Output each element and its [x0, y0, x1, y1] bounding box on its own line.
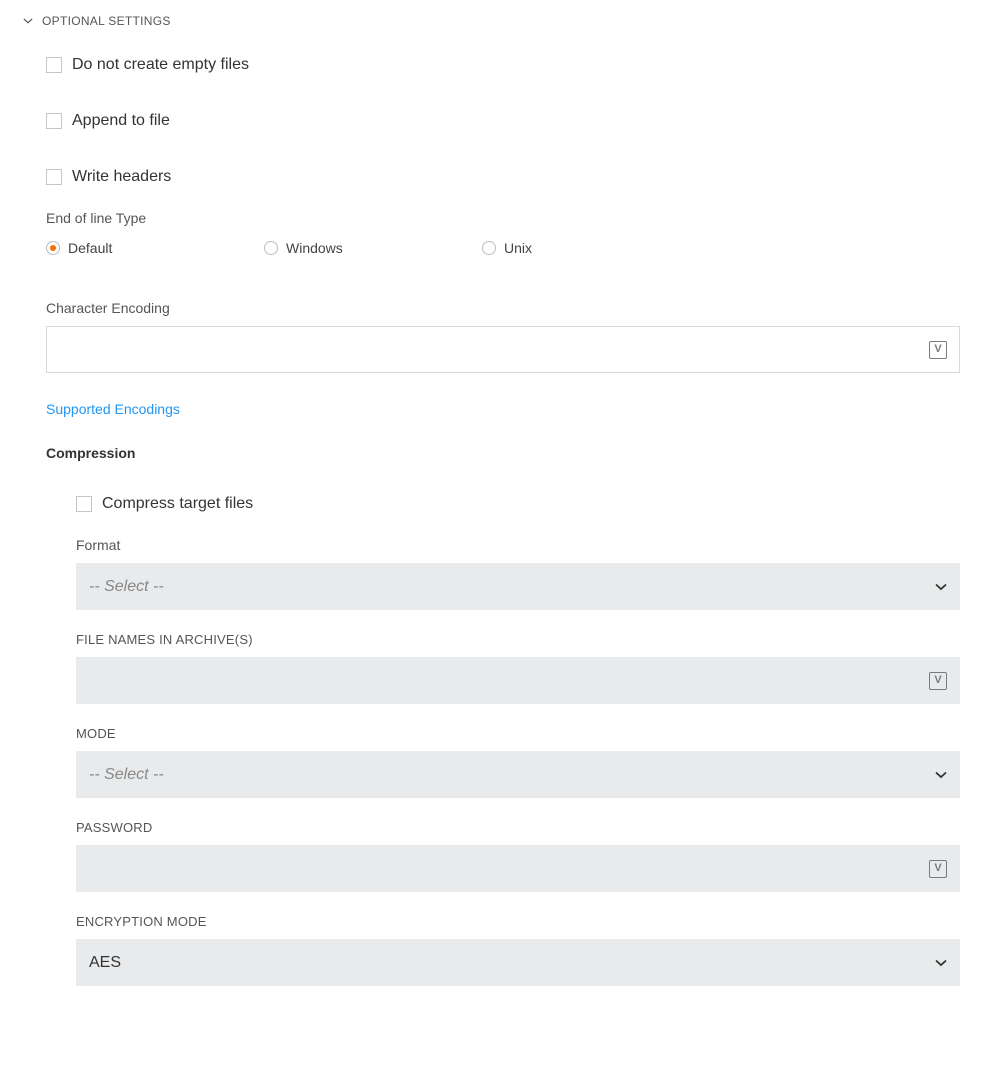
section-title: OPTIONAL SETTINGS	[42, 14, 171, 28]
supported-encodings-link[interactable]: Supported Encodings	[46, 401, 180, 417]
chevron-down-icon	[22, 15, 34, 27]
variable-icon[interactable]: V	[929, 341, 947, 359]
compression-title: Compression	[46, 445, 960, 461]
variable-icon[interactable]: V	[929, 860, 947, 878]
checkbox-compress-target-files[interactable]: Compress target files	[76, 495, 960, 513]
optional-settings-header[interactable]: OPTIONAL SETTINGS	[22, 14, 960, 28]
radio-label: Windows	[286, 240, 343, 256]
select-placeholder: -- Select --	[89, 766, 164, 784]
radio-icon	[482, 241, 496, 255]
char-encoding-label: Character Encoding	[46, 300, 960, 316]
password-input[interactable]: V	[76, 845, 960, 892]
file-names-input[interactable]: V	[76, 657, 960, 704]
eol-type-label: End of line Type	[46, 210, 960, 226]
encryption-mode-label: ENCRYPTION MODE	[76, 914, 960, 929]
checkbox-no-empty-files[interactable]: Do not create empty files	[46, 56, 960, 74]
checkbox-label: Compress target files	[102, 495, 253, 513]
radio-eol-unix[interactable]: Unix	[482, 240, 700, 256]
checkbox-label: Write headers	[72, 168, 171, 186]
format-select[interactable]: -- Select --	[76, 563, 960, 610]
radio-icon	[264, 241, 278, 255]
select-value: AES	[89, 954, 121, 972]
checkbox-icon	[46, 113, 62, 129]
password-label: PASSWORD	[76, 820, 960, 835]
file-names-label: FILE NAMES IN ARCHIVE(S)	[76, 632, 960, 647]
mode-label: MODE	[76, 726, 960, 741]
eol-type-radio-group: Default Windows Unix	[46, 240, 960, 256]
char-encoding-input[interactable]: V	[46, 326, 960, 373]
chevron-down-icon	[935, 957, 947, 969]
chevron-down-icon	[935, 581, 947, 593]
chevron-down-icon	[935, 769, 947, 781]
checkbox-write-headers[interactable]: Write headers	[46, 168, 960, 186]
radio-icon	[46, 241, 60, 255]
checkbox-icon	[76, 496, 92, 512]
select-placeholder: -- Select --	[89, 578, 164, 596]
checkbox-append-to-file[interactable]: Append to file	[46, 112, 960, 130]
checkbox-icon	[46, 57, 62, 73]
radio-eol-default[interactable]: Default	[46, 240, 264, 256]
checkbox-label: Append to file	[72, 112, 170, 130]
variable-icon[interactable]: V	[929, 672, 947, 690]
encryption-mode-select[interactable]: AES	[76, 939, 960, 986]
mode-select[interactable]: -- Select --	[76, 751, 960, 798]
radio-label: Default	[68, 240, 112, 256]
radio-label: Unix	[504, 240, 532, 256]
checkbox-icon	[46, 169, 62, 185]
format-label: Format	[76, 537, 960, 553]
checkbox-label: Do not create empty files	[72, 56, 249, 74]
radio-eol-windows[interactable]: Windows	[264, 240, 482, 256]
